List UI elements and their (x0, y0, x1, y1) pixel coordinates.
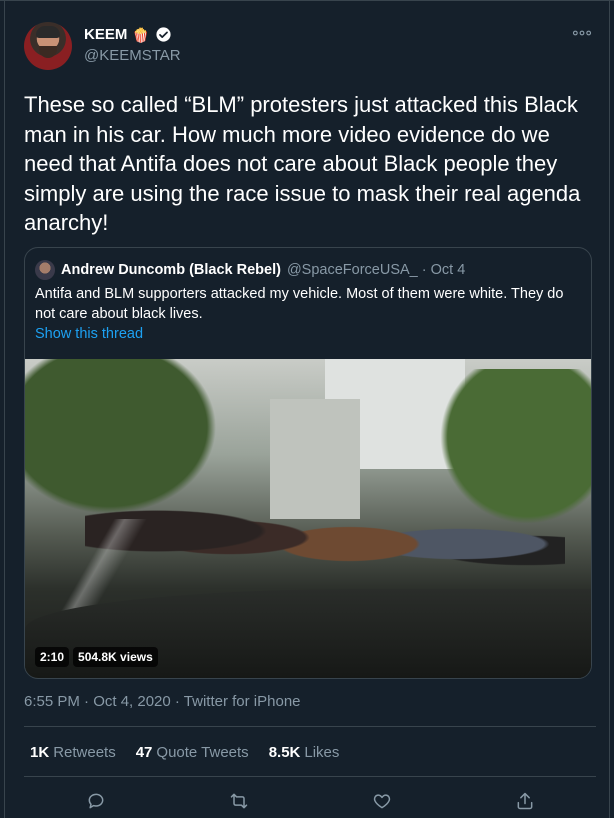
divider (24, 726, 596, 727)
top-border (0, 0, 614, 1)
author-handle[interactable]: @KEEMSTAR (84, 47, 181, 64)
tweet-meta[interactable]: 6:55 PM · Oct 4, 2020 · Twitter for iPho… (24, 693, 301, 710)
video-views: 504.8K views (73, 647, 158, 667)
tweet-header: KEEM 🍿 @KEEMSTAR (24, 22, 596, 72)
reply-button[interactable] (78, 788, 114, 818)
share-icon (515, 791, 535, 816)
action-bar (24, 788, 596, 818)
quotes-count: 47 (135, 744, 153, 761)
share-button[interactable] (507, 788, 543, 818)
like-button[interactable] (364, 788, 400, 818)
likes-label: Likes (304, 744, 340, 761)
video-badges: 2:10 504.8K views (35, 647, 158, 667)
verified-icon (155, 26, 172, 43)
quoted-handle-date: @SpaceForceUSA_ · Oct 4 (286, 262, 466, 278)
show-thread-link[interactable]: Show this thread (35, 326, 143, 342)
quoted-tweet[interactable]: Andrew Duncomb (Black Rebel) @SpaceForce… (24, 247, 592, 679)
right-border (609, 0, 610, 818)
quoted-video[interactable]: 2:10 504.8K views (25, 359, 591, 678)
tweet-text: These so called “BLM” protesters just at… (24, 92, 581, 235)
retweets-label: Retweets (53, 744, 116, 761)
likes-stat[interactable]: 8.5K Likes (269, 744, 340, 761)
quotes-label: Quote Tweets (156, 744, 249, 761)
like-icon (372, 791, 392, 816)
retweets-count: 1K (30, 744, 50, 761)
divider (24, 776, 596, 777)
author-avatar[interactable] (24, 22, 72, 70)
retweet-icon (229, 791, 249, 816)
quoted-display-name: Andrew Duncomb (Black Rebel) (61, 262, 281, 278)
reply-icon (86, 791, 106, 816)
popcorn-emoji: 🍿 (132, 26, 150, 43)
retweet-button[interactable] (221, 788, 257, 818)
author-display-name[interactable]: KEEM (84, 26, 127, 43)
more-icon[interactable] (572, 26, 592, 40)
quoted-avatar (35, 260, 55, 280)
quoted-text: Antifa and BLM supporters attacked my ve… (35, 286, 564, 322)
tweet-stats: 1K Retweets 47 Quote Tweets 8.5K Likes (30, 744, 339, 761)
quoted-header: Andrew Duncomb (Black Rebel) @SpaceForce… (35, 260, 465, 280)
retweets-stat[interactable]: 1K Retweets (30, 744, 116, 761)
author-name-row[interactable]: KEEM 🍿 (84, 26, 172, 43)
likes-count: 8.5K (268, 744, 301, 761)
video-duration: 2:10 (35, 647, 70, 667)
quotes-stat[interactable]: 47 Quote Tweets (136, 744, 249, 761)
left-border (4, 0, 5, 818)
